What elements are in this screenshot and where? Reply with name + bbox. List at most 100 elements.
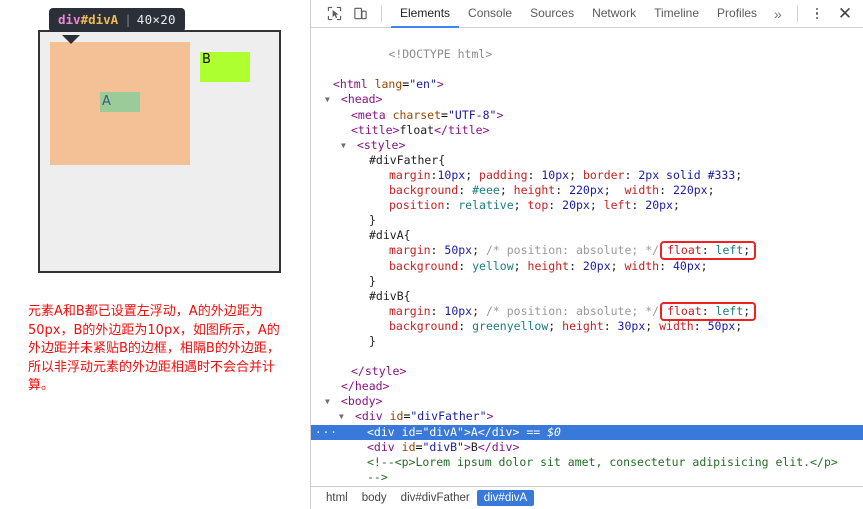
html-tag: <html xyxy=(333,77,368,92)
tab-sources[interactable]: Sources xyxy=(521,0,583,28)
console-reference-badge: == $0 xyxy=(526,424,561,439)
diva-selector-text: #divA{ xyxy=(369,228,411,243)
tab-network[interactable]: Network xyxy=(583,0,645,28)
css-divfather-close: } xyxy=(311,213,863,228)
divfather-selector-text: #divFather{ xyxy=(369,152,446,167)
dom-node-divfather[interactable]: ▼ <div id="divFather"> xyxy=(311,409,863,424)
div-a-box: A xyxy=(100,92,140,112)
divb-text-node: B xyxy=(470,439,478,454)
val-border: 2px solid #333 xyxy=(638,167,736,182)
val-width: 220px xyxy=(672,183,708,198)
breadcrumb: html body div#divFather div#divA xyxy=(311,486,863,509)
diva-tag: <div xyxy=(367,424,395,439)
meta-charset-value: "UTF-8" xyxy=(447,107,497,122)
prop-height: height xyxy=(513,183,556,198)
css-blank-line xyxy=(311,349,863,364)
prop-height-b: height xyxy=(562,318,604,333)
dom-node-comment-line1[interactable]: <!--<p>Lorem ipsum dolor sit amet, conse… xyxy=(311,455,863,470)
css-rule-diva-selector: #divA{ xyxy=(311,228,863,243)
val-background-b: greenyellow xyxy=(472,318,549,333)
prop-margin-b: margin xyxy=(389,303,431,318)
dom-node-divfather-close[interactable]: </div> xyxy=(311,485,863,486)
dom-node-diva-selected[interactable]: ··· <div id="divA">A</div> == $0 xyxy=(311,424,863,440)
meta-tag: <meta xyxy=(351,107,386,122)
expand-arrow-icon[interactable]: ▼ xyxy=(341,138,350,153)
title-close-tag: </title> xyxy=(434,122,490,137)
doctype-text: <!DOCTYPE html> xyxy=(388,47,493,62)
device-toolbar-icon[interactable] xyxy=(349,4,371,24)
prop-margin: margin xyxy=(389,167,431,182)
prop-background-b: background xyxy=(389,318,459,333)
toolbar-divider-right xyxy=(797,5,798,22)
prop-height-a: height xyxy=(527,258,570,273)
devtools-tab-strip: Elements Console Sources Network Timelin… xyxy=(391,0,790,28)
breadcrumb-item-diva[interactable]: div#divA xyxy=(476,490,535,506)
css-divb-close: } xyxy=(311,334,863,349)
more-tabs-chevron-icon[interactable]: » xyxy=(766,0,790,28)
style-close-tag: </style> xyxy=(351,364,407,379)
dom-node-divb[interactable]: <div id="divB">B</div> xyxy=(311,440,863,455)
kebab-menu-icon[interactable] xyxy=(807,4,827,24)
divb-gt: > xyxy=(463,439,471,454)
expand-arrow-icon[interactable]: ▼ xyxy=(325,92,334,107)
close-icon[interactable]: ✕ xyxy=(833,4,857,24)
tooltip-tag-name: div xyxy=(58,12,81,27)
prop-float-b: float xyxy=(667,303,702,318)
title-open-tag: <title> xyxy=(351,122,400,137)
css-divfather-line3: position: relative; top: 20px; left: 20p… xyxy=(389,198,680,213)
dom-node-comment-line2[interactable]: --> xyxy=(311,470,863,485)
prop-float-a: float xyxy=(667,243,702,258)
meta-tag-close: > xyxy=(496,107,504,122)
dom-node-head[interactable]: ▼ <head> xyxy=(311,92,863,107)
breadcrumb-item-html[interactable]: html xyxy=(319,490,355,506)
toolbar-divider xyxy=(381,5,382,22)
divfather-close-brace: } xyxy=(369,213,376,228)
dom-node-head-close[interactable]: </head> xyxy=(311,379,863,394)
dom-node-body[interactable]: ▼ <body> xyxy=(311,394,863,409)
dom-node-meta[interactable]: <meta charset="UTF-8"> xyxy=(311,108,863,123)
val-background-a: yellow xyxy=(472,258,514,273)
diva-id-value: "divA" xyxy=(422,424,464,439)
val-float-b: left xyxy=(715,303,744,318)
prop-border: border xyxy=(582,167,625,182)
node-badge-dots[interactable]: ··· xyxy=(315,425,338,440)
title-text: float xyxy=(399,122,435,137)
val-margin-b: 10px xyxy=(444,303,473,318)
explanation-caption: 元素A和B都已设置左浮动，A的外边距为50px，B的外边距为10px，如图所示，… xyxy=(28,304,280,393)
prop-padding: padding xyxy=(479,167,528,182)
divb-selector-text: #divB{ xyxy=(369,288,411,303)
val-height: 220px xyxy=(569,183,604,198)
dom-node-style-close[interactable]: </style> xyxy=(311,364,863,379)
dom-node-html[interactable]: <html lang="en"> xyxy=(311,77,863,92)
css-divfather-line2: background: #eee; height: 220px; width: … xyxy=(389,183,715,198)
tab-console[interactable]: Console xyxy=(459,0,521,28)
tab-elements[interactable]: Elements xyxy=(391,0,460,28)
css-rule-divfather-selector: #divFather{ xyxy=(311,153,863,168)
tooltip-dimensions: 40×20 xyxy=(136,12,176,27)
prop-width-a: width xyxy=(624,258,660,273)
val-margin: 10px xyxy=(437,167,466,182)
prop-background-a: background xyxy=(389,258,459,273)
breadcrumb-item-body[interactable]: body xyxy=(355,490,394,506)
expand-arrow-icon[interactable]: ▼ xyxy=(325,394,334,409)
dom-tree-view[interactable]: <!DOCTYPE html> <html lang="en"> ▼ <head… xyxy=(311,28,863,486)
div-father-box: A B xyxy=(38,30,281,273)
val-left: 20px xyxy=(645,198,673,213)
html-comment-end: --> xyxy=(367,469,388,484)
meta-charset-attr: charset xyxy=(392,107,442,122)
divfather-tag-close: > xyxy=(486,409,494,424)
tooltip-element-id: #divA xyxy=(80,12,119,27)
inspect-element-icon[interactable] xyxy=(323,4,345,24)
dom-node-title[interactable]: <title>float</title> xyxy=(311,123,863,138)
tab-timeline[interactable]: Timeline xyxy=(645,0,708,28)
css-divfather-line1: margin:10px; padding: 10px; border: 2px … xyxy=(389,167,743,182)
breadcrumb-item-divfather[interactable]: div#divFather xyxy=(394,490,477,506)
divfather-tag: <div xyxy=(354,409,383,424)
tab-profiles[interactable]: Profiles xyxy=(708,0,766,28)
prop-background: background xyxy=(389,183,459,198)
dom-node-style[interactable]: ▼ <style> xyxy=(311,138,863,153)
css-diva-line2: background: yellow; height: 20px; width:… xyxy=(389,258,708,273)
toolbar-right-group: ✕ xyxy=(791,4,857,24)
expand-arrow-icon[interactable]: ▼ xyxy=(339,409,348,424)
divb-close-brace: } xyxy=(369,333,376,348)
